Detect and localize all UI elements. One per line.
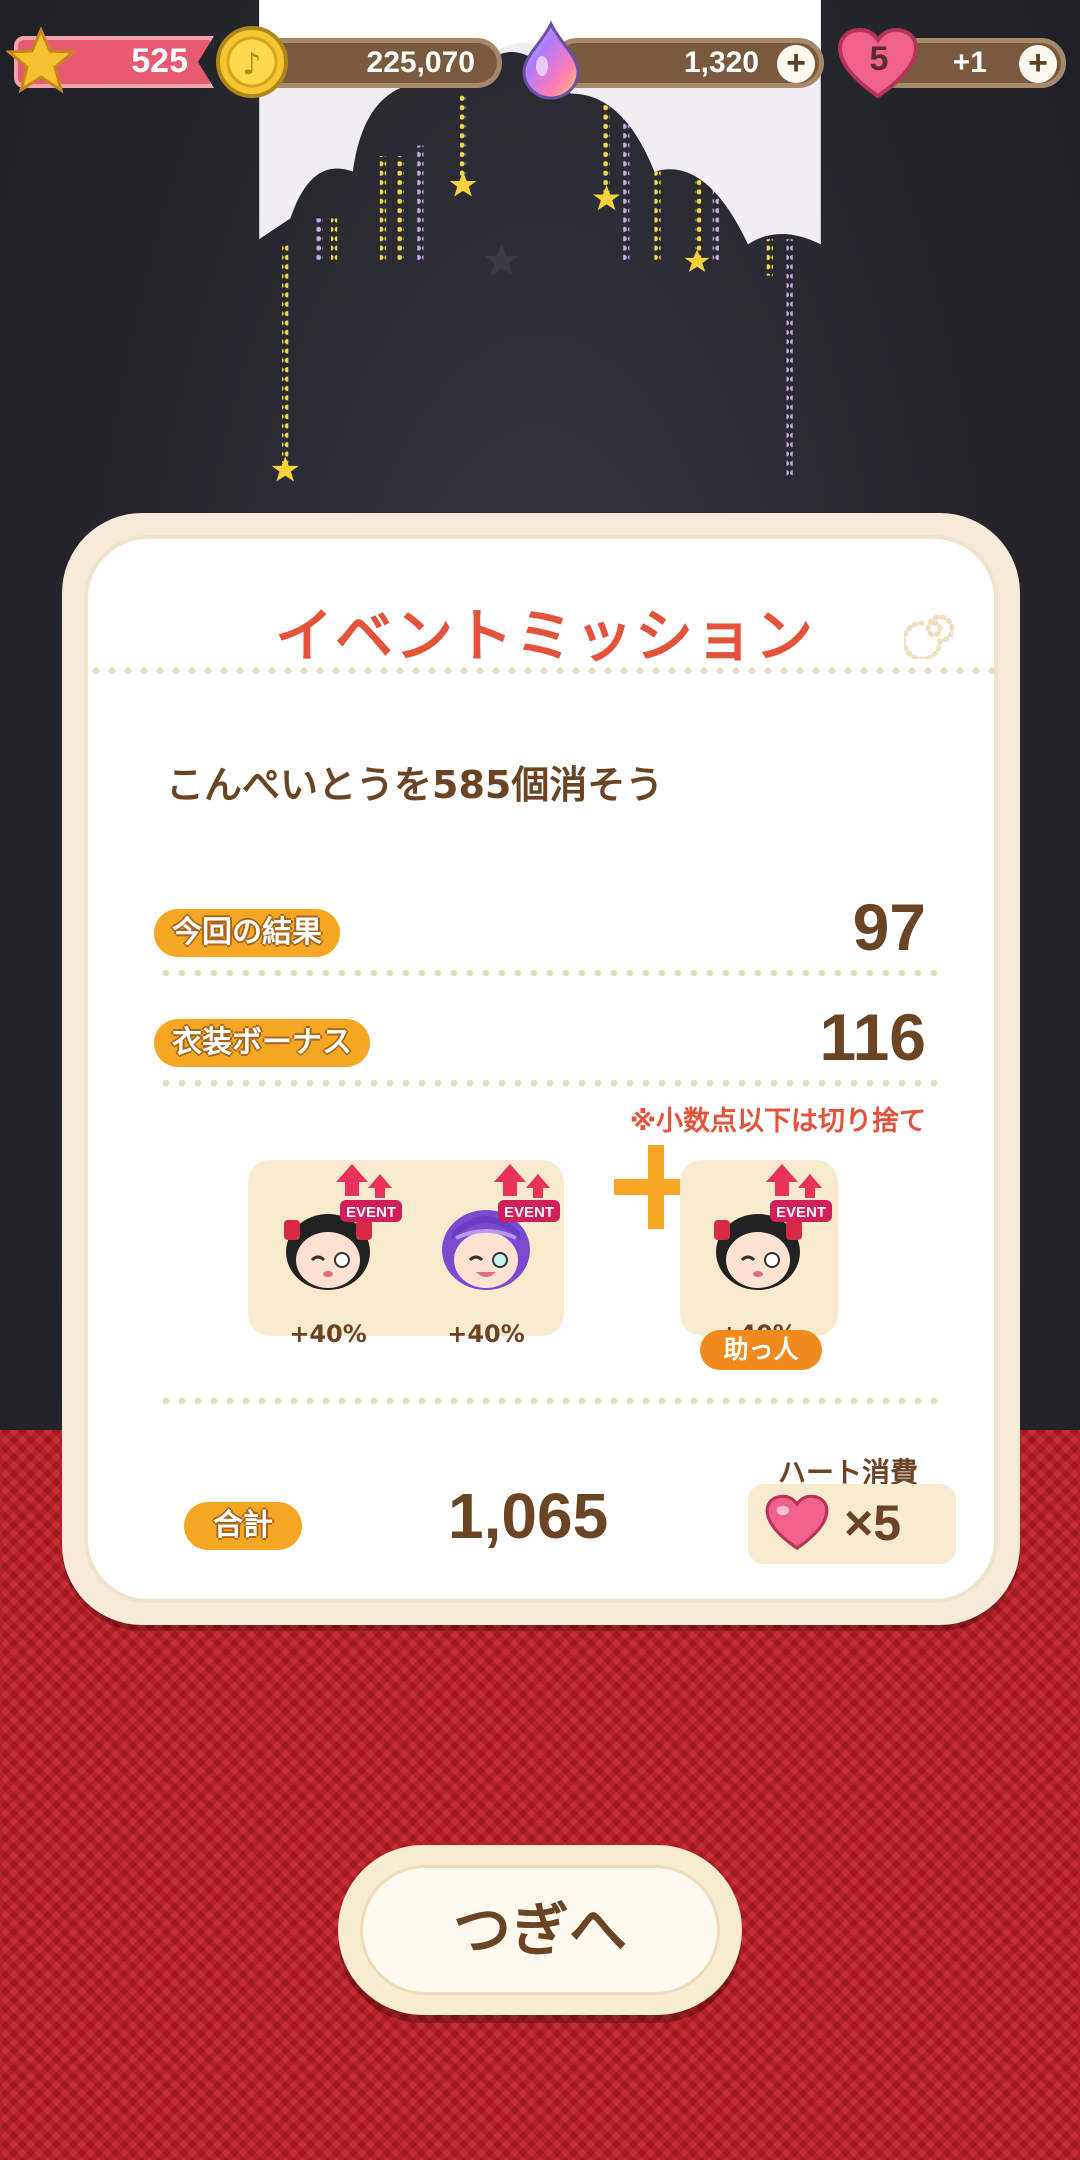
svg-text:EVENT: EVENT	[776, 1204, 826, 1221]
helper-label: 助っ人	[700, 1330, 822, 1370]
team-member-1[interactable]: EVENT +40%	[268, 1164, 402, 1348]
costume-bonus-label: 衣装ボーナス	[154, 1019, 370, 1067]
swirl-ornament-icon	[904, 614, 955, 659]
costume-bonus-value: 116	[819, 1000, 926, 1074]
gold-value: 225,070	[366, 46, 475, 79]
heart-recovery-value: +1	[952, 46, 987, 79]
rounding-note: ※小数点以下は切り捨て	[629, 1106, 926, 1137]
team-costume-box: EVENT +40% EVENT +40%	[248, 1160, 564, 1348]
rank-star-icon	[6, 26, 76, 94]
buy-gems-button[interactable]: +	[777, 45, 815, 83]
buy-hearts-button[interactable]: +	[1019, 45, 1057, 83]
status-bar: 525 225,070 ♪ 1,320 + +1 + 5	[0, 0, 1080, 120]
rank-value: 525	[131, 42, 188, 80]
total-value: 1,065	[448, 1480, 609, 1552]
heart-count: 5	[869, 40, 889, 78]
result-value: 97	[852, 890, 926, 964]
bonus-divider	[158, 1079, 938, 1087]
total-label: 合計	[184, 1502, 302, 1550]
panel-body: イベントミッション こんぺいとうを585個消そう 今回の結果 97 衣装ボーナス…	[84, 535, 998, 1603]
gem-value: 1,320	[683, 46, 759, 79]
event-up-badge-icon: EVENT	[336, 1164, 402, 1222]
event-up-badge-icon: EVENT	[766, 1164, 832, 1222]
team-member-2-bonus: +40%	[447, 1320, 525, 1348]
next-button[interactable]: つぎへ	[338, 1845, 742, 2015]
svg-text:EVENT: EVENT	[346, 1204, 396, 1221]
total-divider	[158, 1397, 938, 1405]
rainbow-gem-icon	[522, 20, 580, 100]
heart-cost-value: ×5	[844, 1495, 902, 1551]
event-up-badge-icon: EVENT	[494, 1164, 560, 1222]
gem-counter: 1,320 +	[552, 38, 824, 88]
event-mission-panel: イベントミッション こんぺいとうを585個消そう 今回の結果 97 衣装ボーナス…	[62, 513, 1020, 1625]
svg-text:EVENT: EVENT	[504, 1204, 554, 1221]
team-member-1-bonus: +40%	[289, 1320, 367, 1348]
panel-title: イベントミッション	[274, 602, 815, 670]
result-divider	[158, 969, 938, 977]
gold-coin-icon: ♪	[216, 26, 288, 98]
helper-member[interactable]: EVENT +40%	[698, 1164, 832, 1348]
mission-description: こんぺいとうを585個消そう	[166, 763, 664, 807]
team-member-2[interactable]: EVENT +40%	[426, 1164, 560, 1348]
helper-costume-box: EVENT +40%	[680, 1160, 838, 1348]
heart-icon	[765, 1494, 829, 1551]
title-divider	[88, 667, 998, 675]
result-label: 今回の結果	[154, 909, 340, 957]
svg-text:♪: ♪	[242, 47, 261, 82]
heart-cost-box: ×5	[748, 1484, 956, 1564]
next-button-label: つぎへ	[360, 1865, 720, 1995]
